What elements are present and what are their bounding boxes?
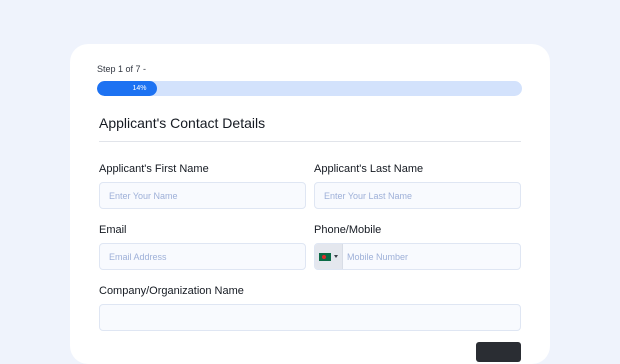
phone-input[interactable] xyxy=(343,244,520,269)
caret-down-icon xyxy=(334,255,338,258)
last-name-label: Applicant's Last Name xyxy=(314,163,424,175)
progress-bar-fill: 14% xyxy=(97,81,157,96)
phone-field xyxy=(314,243,521,270)
bangladesh-flag-icon xyxy=(319,253,331,261)
country-code-select[interactable] xyxy=(315,244,343,269)
first-name-input[interactable] xyxy=(99,182,306,209)
step-indicator: Step 1 of 7 - xyxy=(97,64,147,74)
next-button[interactable] xyxy=(476,342,521,362)
progress-label: 14% xyxy=(132,85,147,92)
email-input[interactable] xyxy=(99,243,306,270)
phone-label: Phone/Mobile xyxy=(314,224,382,236)
first-name-label: Applicant's First Name xyxy=(99,163,209,175)
form-card: Step 1 of 7 - 14% Applicant's Contact De… xyxy=(70,44,550,364)
section-title: Applicant's Contact Details xyxy=(99,115,266,131)
company-label: Company/Organization Name xyxy=(99,285,244,297)
last-name-input[interactable] xyxy=(314,182,521,209)
progress-bar: 14% xyxy=(97,81,522,96)
company-input[interactable] xyxy=(99,304,521,331)
section-divider xyxy=(99,141,521,142)
email-label: Email xyxy=(99,224,127,236)
